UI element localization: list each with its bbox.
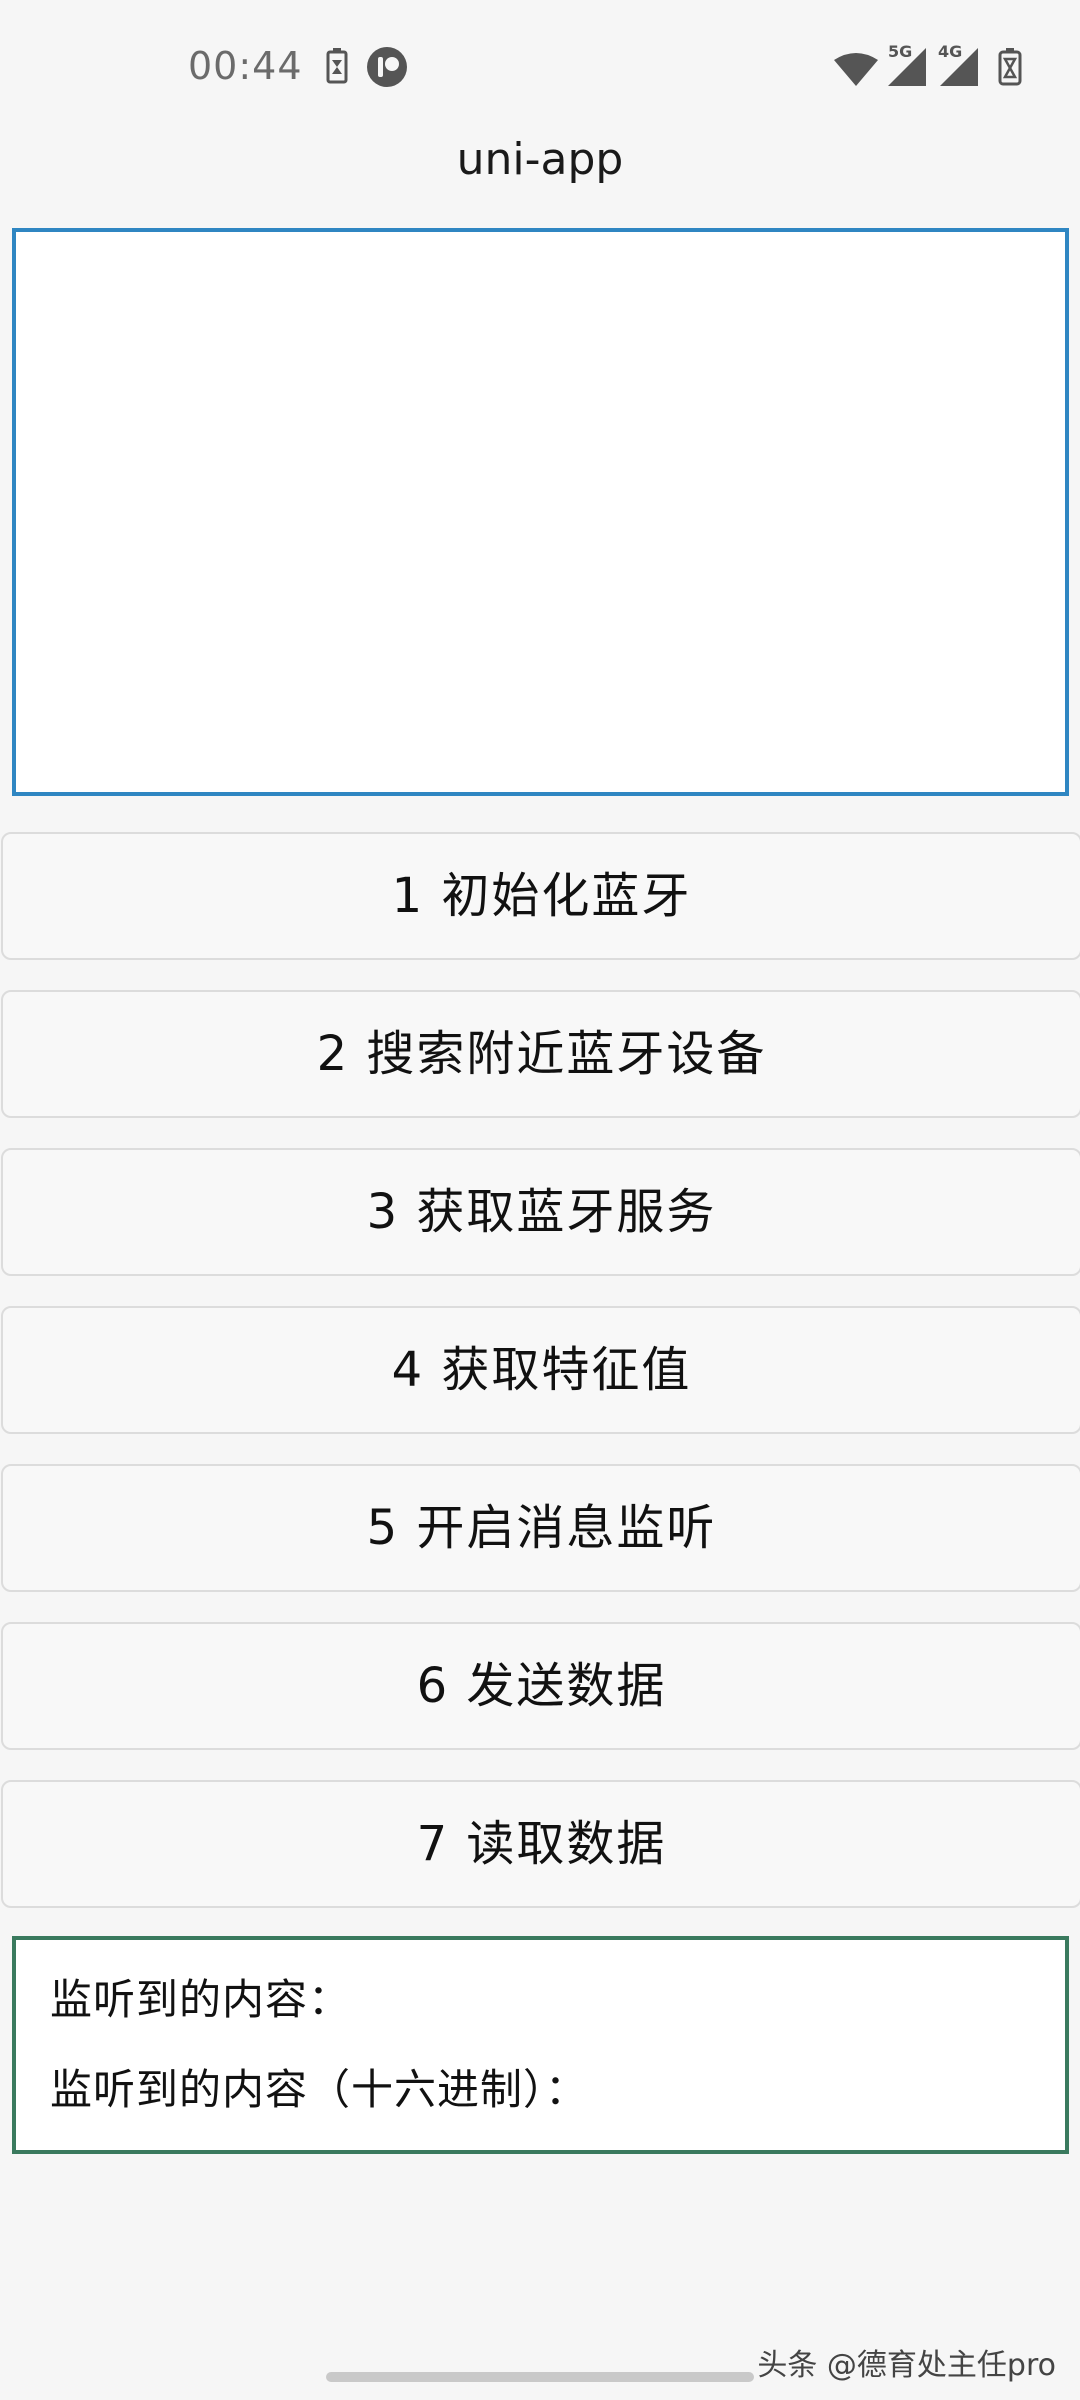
listen-output-box: 监听到的内容： 监听到的内容（十六进制）： [12, 1936, 1069, 2154]
listen-hex-label: 监听到的内容（十六进制）： [50, 2065, 589, 2114]
send-data-button[interactable]: 6 发送数据 [1, 1622, 1080, 1750]
action-button-list: 1 初始化蓝牙 2 搜索附近蓝牙设备 3 获取蓝牙服务 4 获取特征值 5 开启… [0, 832, 1080, 1938]
read-data-button[interactable]: 7 读取数据 [1, 1780, 1080, 1908]
battery-icon [998, 48, 1022, 90]
home-indicator[interactable] [326, 2372, 754, 2382]
page-title: uni-app [456, 134, 624, 185]
get-services-button[interactable]: 3 获取蓝牙服务 [1, 1148, 1080, 1276]
battery-saver-icon [326, 48, 348, 88]
status-time: 00:44 [188, 44, 303, 88]
watermark: 头条 @德育处主任pro [757, 2348, 1056, 2383]
wifi-icon [834, 52, 878, 92]
app-notification-icon [366, 46, 408, 92]
status-bar: 00:44 5G 4G [0, 0, 1080, 140]
signal-4g-label: 4G [938, 42, 963, 61]
get-characteristics-button[interactable]: 4 获取特征值 [1, 1306, 1080, 1434]
start-notify-button[interactable]: 5 开启消息监听 [1, 1464, 1080, 1592]
search-devices-button[interactable]: 2 搜索附近蓝牙设备 [1, 990, 1080, 1118]
display-canvas [12, 228, 1069, 796]
signal-5g-label: 5G [888, 42, 913, 61]
init-bluetooth-button[interactable]: 1 初始化蓝牙 [1, 832, 1080, 960]
listen-content-label: 监听到的内容： [50, 1975, 352, 2024]
